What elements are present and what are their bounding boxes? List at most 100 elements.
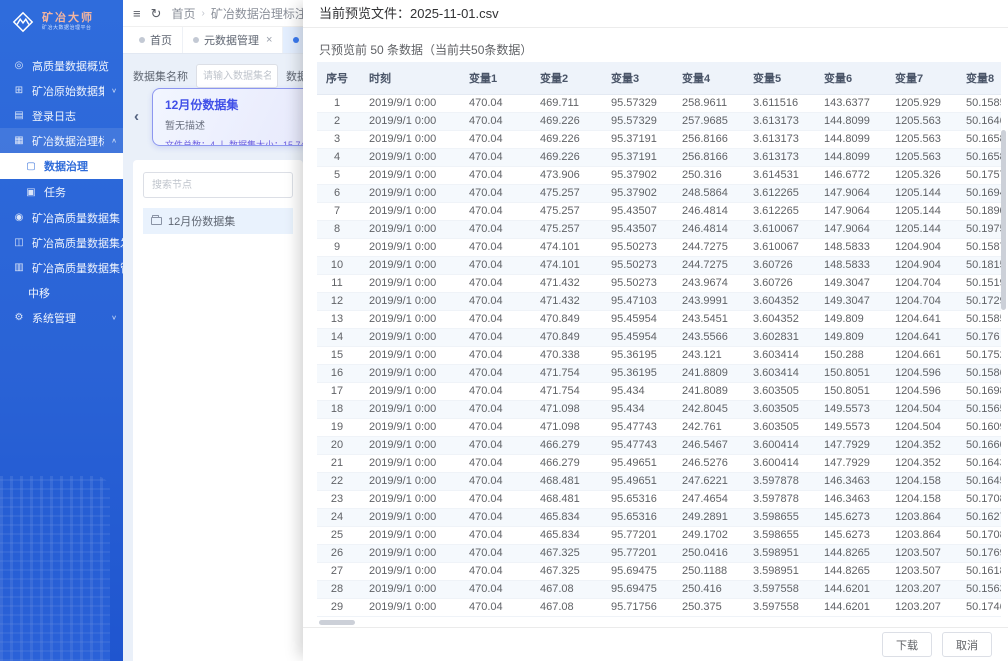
table-cell: 470.04 — [457, 436, 528, 454]
refresh-icon[interactable]: ↻ — [151, 7, 162, 20]
sidebar-item-label: 高质量数据概览 — [32, 58, 109, 74]
sidebar-item-矿冶高质量数据集发布[interactable]: ◫矿冶高质量数据集发布 — [0, 230, 123, 255]
table-cell: 50.16985 — [954, 382, 1001, 400]
table-cell: 3.612265 — [741, 184, 812, 202]
table-cell: 150.8051 — [812, 382, 883, 400]
table-cell: 3 — [317, 130, 357, 148]
download-button[interactable]: 下载 — [882, 632, 932, 657]
table-cell: 150.288 — [812, 346, 883, 364]
tree-search-input[interactable] — [143, 172, 293, 198]
table-cell: 95.50273 — [599, 238, 670, 256]
table-cell: 2019/9/1 0:00 — [357, 526, 457, 544]
table-cell: 471.098 — [528, 418, 599, 436]
table-cell: 95.47743 — [599, 436, 670, 454]
table-cell: 95.45954 — [599, 328, 670, 346]
table-cell: 7 — [317, 202, 357, 220]
table-cell: 470.04 — [457, 148, 528, 166]
table-cell: 95.49651 — [599, 472, 670, 490]
app-logo: 矿冶大师 矿冶大数据治理平台 — [0, 0, 123, 45]
table-cell: 95.37902 — [599, 184, 670, 202]
table-cell: 242.761 — [670, 418, 741, 436]
dataset-name-input[interactable] — [196, 64, 278, 88]
table-cell: 1 — [317, 94, 357, 112]
tree-node-dataset[interactable]: 12月份数据集 — [143, 208, 293, 234]
table-cell: 470.04 — [457, 274, 528, 292]
sidebar-item-系统管理[interactable]: ⚙系统管理∨ — [0, 305, 123, 330]
table-cell: 475.257 — [528, 202, 599, 220]
table-cell: 3.598655 — [741, 526, 812, 544]
table-cell: 147.9064 — [812, 202, 883, 220]
table-cell: 19 — [317, 418, 357, 436]
table-cell: 50.15659 — [954, 400, 1001, 418]
table-cell: 2019/9/1 0:00 — [357, 454, 457, 472]
log-icon: ▤ — [13, 110, 25, 121]
column-header-变量4: 变量4 — [670, 62, 741, 94]
settings-icon: ⚙ — [13, 312, 25, 323]
table-cell: 470.04 — [457, 202, 528, 220]
horizontal-scrollbar[interactable] — [319, 620, 355, 625]
tab-首页[interactable]: 首页 — [129, 27, 183, 53]
table-cell: 149.5573 — [812, 400, 883, 418]
table-cell: 467.08 — [528, 580, 599, 598]
table-cell: 470.04 — [457, 580, 528, 598]
table-cell: 2019/9/1 0:00 — [357, 202, 457, 220]
table-cell: 50.16182 — [954, 562, 1001, 580]
table-row: 212019/9/1 0:00470.04466.27995.49651246.… — [317, 454, 1001, 472]
table-cell: 474.101 — [528, 238, 599, 256]
sidebar-item-矿冶原始数据集成[interactable]: ⊞矿冶原始数据集成∨ — [0, 78, 123, 103]
table-cell: 470.04 — [457, 472, 528, 490]
table-cell: 2019/9/1 0:00 — [357, 148, 457, 166]
table-cell: 470.04 — [457, 526, 528, 544]
tab-close-icon[interactable]: × — [266, 34, 272, 46]
table-row: 22019/9/1 0:00470.04469.22695.57329257.9… — [317, 112, 1001, 130]
table-cell: 21 — [317, 454, 357, 472]
sidebar-item-label: 矿冶高质量数据集管理 — [32, 260, 123, 276]
table-row: 52019/9/1 0:00470.04473.90695.37902250.3… — [317, 166, 1001, 184]
cancel-button[interactable]: 取消 — [942, 632, 992, 657]
table-cell: 50.16434 — [954, 454, 1001, 472]
breadcrumb-item[interactable]: 首页 — [172, 5, 196, 22]
table-cell: 95.36195 — [599, 364, 670, 382]
table-cell: 469.226 — [528, 148, 599, 166]
table-cell: 143.6377 — [812, 94, 883, 112]
sidebar-item-任务[interactable]: ▣任务 — [0, 179, 123, 205]
table-cell: 144.6201 — [812, 580, 883, 598]
table-cell: 469.711 — [528, 94, 599, 112]
sidebar-item-数据治理[interactable]: ▢数据治理 — [0, 153, 123, 179]
sidebar-item-矿冶数据治理标注[interactable]: ▦矿冶数据治理标注∧ — [0, 128, 123, 153]
table-cell: 2 — [317, 112, 357, 130]
breadcrumb-item[interactable]: 矿冶数据治理标注 — [211, 5, 307, 22]
table-cell: 2019/9/1 0:00 — [357, 436, 457, 454]
table-cell: 256.8166 — [670, 130, 741, 148]
dataset-card-title: 12月份数据集 — [165, 96, 316, 113]
table-cell: 243.5451 — [670, 310, 741, 328]
collapse-menu-icon[interactable]: ≡ — [133, 7, 141, 20]
dataset-card-stats: 文件总数：4 丨 数据集大小：15.74 MB 丨 数 — [165, 138, 316, 146]
vertical-scrollbar[interactable] — [1001, 130, 1006, 310]
panel-collapse-icon[interactable]: ‹ — [134, 108, 139, 125]
sidebar-item-矿冶高质量数据集管理[interactable]: ▥矿冶高质量数据集管理 — [0, 255, 123, 280]
app-subtitle: 矿冶大数据治理平台 — [42, 26, 94, 32]
table-cell: 95.37191 — [599, 130, 670, 148]
dataset-card[interactable]: 12月份数据集 暂无描述 文件总数：4 丨 数据集大小：15.74 MB 丨 数 — [152, 88, 317, 146]
sidebar-item-高质量数据概览[interactable]: ◎高质量数据概览 — [0, 53, 123, 78]
table-cell: 50.15879 — [954, 238, 1001, 256]
column-header-变量6: 变量6 — [812, 62, 883, 94]
folder-icon — [151, 217, 162, 225]
column-header-序号: 序号 — [317, 62, 357, 94]
sidebar-item-登录日志[interactable]: ▤登录日志 — [0, 103, 123, 128]
table-cell: 2019/9/1 0:00 — [357, 310, 457, 328]
table-cell: 2019/9/1 0:00 — [357, 508, 457, 526]
table-cell: 470.849 — [528, 310, 599, 328]
sidebar-item-中移[interactable]: 中移 — [0, 280, 123, 305]
table-cell: 470.04 — [457, 544, 528, 562]
table-cell: 50.1586 — [954, 364, 1001, 382]
table-cell: 95.57329 — [599, 112, 670, 130]
tab-元数据管理[interactable]: 元数据管理× — [183, 27, 283, 53]
sidebar: 矿冶大师 矿冶大数据治理平台 ◎高质量数据概览⊞矿冶原始数据集成∨▤登录日志▦矿… — [0, 0, 123, 661]
table-cell: 147.9064 — [812, 184, 883, 202]
table-cell: 470.04 — [457, 292, 528, 310]
table-cell: 466.279 — [528, 454, 599, 472]
table-row: 282019/9/1 0:00470.04467.0895.69475250.4… — [317, 580, 1001, 598]
sidebar-item-矿冶高质量数据集[interactable]: ◉矿冶高质量数据集 — [0, 205, 123, 230]
